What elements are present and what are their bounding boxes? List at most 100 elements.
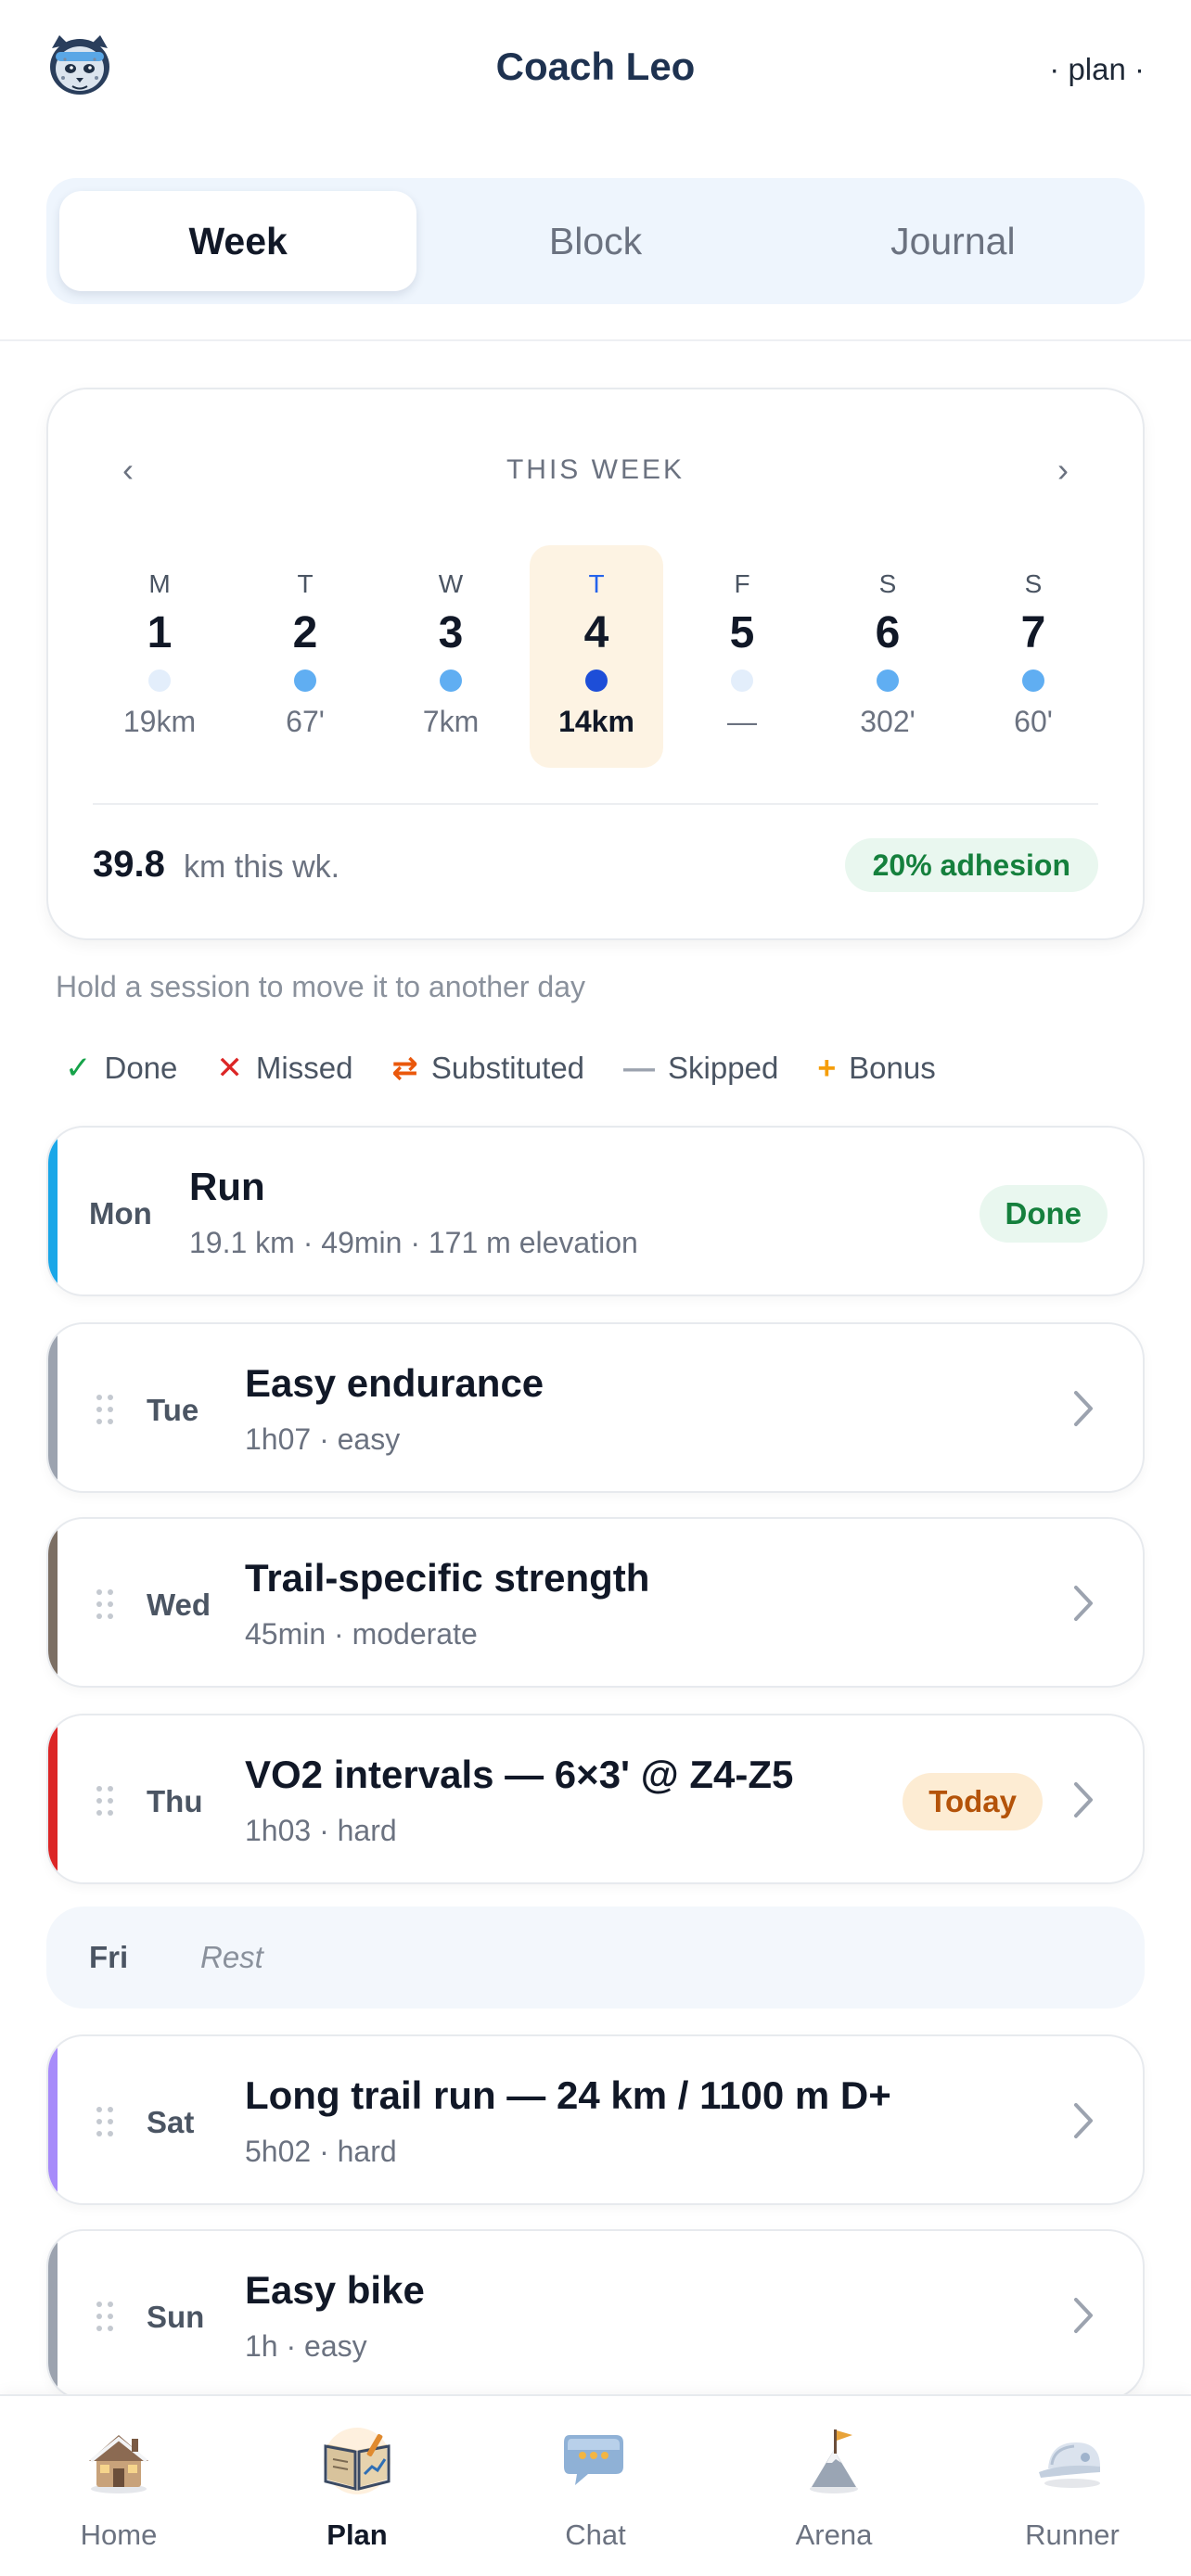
- rest-day-row: Fri Rest: [46, 1906, 1145, 2009]
- cap-icon: [1039, 2442, 1100, 2488]
- dash-icon: —: [623, 1050, 656, 1086]
- legend-label: Missed: [255, 1051, 353, 1085]
- nav-plan[interactable]: Plan: [238, 2396, 476, 2576]
- weekly-km-total: 39.8: [93, 844, 165, 885]
- nav-label: Arena: [795, 2519, 873, 2551]
- session-row-sat[interactable]: Sat Long trail run — 24 km / 1100 m D+ 5…: [46, 2034, 1145, 2205]
- day-letter: T: [297, 569, 314, 598]
- day-number: 7: [1020, 608, 1046, 657]
- session-title: Easy bike: [245, 2268, 425, 2312]
- day-letter: M: [148, 569, 171, 598]
- day-letter: F: [734, 569, 750, 598]
- day-number: 2: [292, 608, 318, 657]
- nav-arena[interactable]: Arena: [715, 2396, 953, 2576]
- status-legend: ✓ Done ✕ Missed ⇄ Substituted — Skipped …: [65, 1048, 975, 1089]
- tab-block[interactable]: Block: [416, 191, 774, 291]
- nav-chat[interactable]: Chat: [477, 2396, 714, 2576]
- drag-handle-icon[interactable]: [96, 2302, 115, 2331]
- legend-missed: ✕ Missed: [216, 1050, 352, 1087]
- cross-icon: ✕: [216, 1051, 243, 1086]
- tab-week[interactable]: Week: [59, 191, 417, 291]
- day-value: 302': [860, 705, 916, 738]
- swap-arrows-icon: ⇄: [391, 1051, 418, 1086]
- day-status-dot: [585, 670, 608, 692]
- session-title: VO2 intervals — 6×3' @ Z4-Z5: [245, 1753, 794, 1796]
- nav-label: Plan: [327, 2519, 388, 2551]
- drag-handle-icon[interactable]: [96, 1589, 115, 1619]
- house-icon: [89, 2435, 148, 2493]
- adhesion-badge: 20% adhesion: [844, 838, 1098, 892]
- session-row-sun[interactable]: Sun Easy bike 1h · easy: [46, 2229, 1145, 2400]
- session-title: Easy endurance: [245, 1361, 544, 1405]
- legend-bonus: + Bonus: [817, 1051, 935, 1087]
- day-cell-today[interactable]: T 4 14km: [530, 545, 663, 768]
- header-divider: [0, 339, 1191, 341]
- session-row-wed[interactable]: Wed Trail-specific strength 45min · mode…: [46, 1517, 1145, 1688]
- nav-label: Runner: [1025, 2519, 1120, 2551]
- legend-label: Bonus: [849, 1051, 936, 1085]
- day-number: 4: [583, 608, 609, 657]
- legend-done: ✓ Done: [65, 1050, 177, 1087]
- legend-label: Done: [104, 1051, 178, 1085]
- session-accent-bar: [48, 2036, 58, 2203]
- session-day: Sat: [147, 2105, 195, 2139]
- week-days: M 1 19km T 2 67' W 3 7km T 4 14km F 5 —: [93, 545, 1102, 768]
- day-status-dot: [731, 670, 753, 692]
- session-title: Trail-specific strength: [245, 1556, 650, 1600]
- bottom-nav: Home Plan Chat Arena Runner: [0, 2394, 1191, 2576]
- view-tabs: Week Block Journal: [46, 178, 1145, 304]
- day-status-dot: [440, 670, 462, 692]
- chevron-right-icon[interactable]: [1067, 1777, 1100, 1823]
- day-cell[interactable]: T 2 67': [238, 545, 372, 768]
- session-row-tue[interactable]: Tue Easy endurance 1h07 · easy: [46, 1322, 1145, 1493]
- drag-handle-icon[interactable]: [96, 1786, 115, 1816]
- session-details: 1h07 · easy: [245, 1422, 401, 1456]
- day-cell[interactable]: S 6 302': [821, 545, 954, 768]
- day-letter: T: [588, 569, 605, 598]
- day-cell[interactable]: F 5 —: [675, 545, 809, 768]
- next-week-button[interactable]: ›: [1057, 451, 1069, 490]
- chevron-right-icon[interactable]: [1067, 1385, 1100, 1432]
- chevron-right-icon[interactable]: [1067, 2292, 1100, 2339]
- app-title: Coach Leo: [495, 45, 696, 88]
- day-number: 6: [875, 608, 901, 657]
- session-accent-bar: [48, 2231, 58, 2398]
- day-letter: S: [878, 569, 897, 598]
- session-day: Sun: [147, 2300, 205, 2334]
- session-title: Run: [189, 1165, 265, 1208]
- nav-runner[interactable]: Runner: [954, 2396, 1191, 2576]
- weekly-km-label: km this wk.: [184, 849, 340, 885]
- drag-handle-icon[interactable]: [96, 1395, 115, 1424]
- nav-home[interactable]: Home: [0, 2396, 237, 2576]
- week-title: THIS WEEK: [506, 454, 685, 485]
- day-letter: S: [1024, 569, 1043, 598]
- week-card-divider: [93, 803, 1098, 805]
- day-status-dot: [148, 670, 171, 692]
- day-cell[interactable]: S 7 60': [967, 545, 1100, 768]
- day-value: 7km: [422, 705, 480, 738]
- today-badge: Today: [903, 1773, 1043, 1830]
- day-number: 3: [438, 608, 464, 657]
- day-status-dot: [294, 670, 316, 692]
- drag-handle-icon[interactable]: [96, 2107, 115, 2136]
- chat-bubble-icon: [564, 2435, 623, 2485]
- legend-label: Substituted: [430, 1051, 585, 1085]
- session-row-mon[interactable]: Mon Run 19.1 km · 49min · 171 m elevatio…: [46, 1126, 1145, 1296]
- day-status-dot: [1022, 670, 1044, 692]
- nav-label: Chat: [565, 2519, 626, 2551]
- day-value: 19km: [122, 705, 197, 738]
- tab-journal[interactable]: Journal: [775, 191, 1132, 291]
- session-row-thu[interactable]: Thu VO2 intervals — 6×3' @ Z4-Z5 1h03 · …: [46, 1714, 1145, 1884]
- day-value: 60': [1014, 705, 1053, 738]
- chevron-right-icon[interactable]: [1067, 1580, 1100, 1626]
- chevron-right-icon[interactable]: [1067, 2098, 1100, 2144]
- check-icon: ✓: [65, 1051, 92, 1086]
- session-day: Mon: [89, 1196, 152, 1231]
- day-status-dot: [877, 670, 899, 692]
- session-details: 1h03 · hard: [245, 1814, 397, 1847]
- plus-icon: +: [817, 1050, 837, 1086]
- status-badge: Done: [979, 1185, 1108, 1243]
- day-cell[interactable]: W 3 7km: [384, 545, 518, 768]
- day-letter: W: [438, 569, 464, 598]
- day-cell[interactable]: M 1 19km: [93, 545, 226, 768]
